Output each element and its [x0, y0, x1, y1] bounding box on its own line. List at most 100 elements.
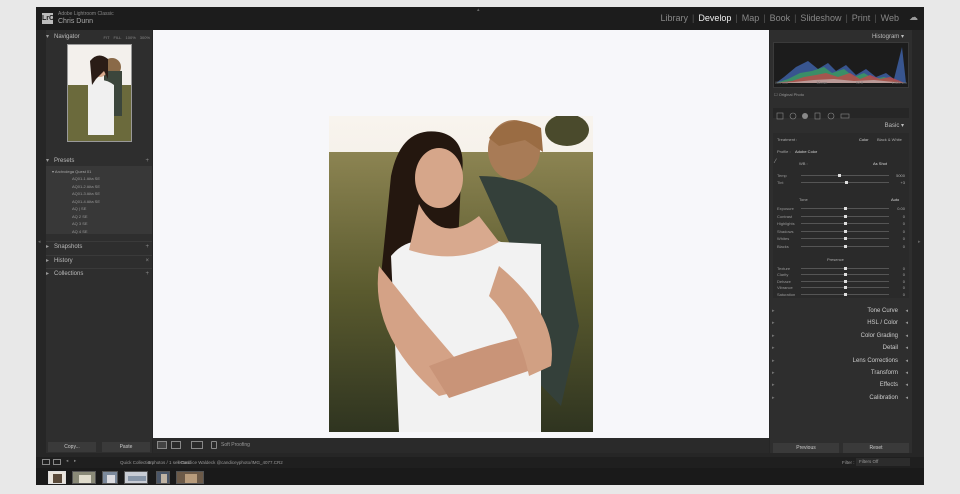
slider-value[interactable]: 0 [903, 244, 905, 249]
eyedropper-icon[interactable]: ⁄ [775, 159, 776, 165]
slider-row-tint[interactable]: Tint +3 [777, 180, 907, 185]
slider-knob[interactable] [844, 181, 848, 184]
soft-proofing-checkbox[interactable] [211, 441, 217, 449]
slider-row-blacks[interactable]: Blacks 0 [777, 244, 907, 249]
file-path[interactable]: / Candice Waldeck @candiceyphoto/IMG_407… [178, 460, 283, 465]
slider-value[interactable]: +3 [900, 180, 905, 185]
slider-knob[interactable] [844, 279, 847, 283]
profile-select[interactable]: Adobe Color [795, 149, 817, 154]
filmstrip-thumbnail[interactable] [48, 471, 66, 484]
slider-track[interactable] [801, 222, 889, 226]
module-library[interactable]: Library [658, 13, 690, 23]
wb-select[interactable]: As Shot [873, 161, 887, 166]
navigator-header[interactable]: ▾ Navigator FIT FILL 100% 300% [46, 32, 152, 42]
clear-history-icon[interactable]: × [145, 256, 149, 266]
slider-knob[interactable] [844, 237, 847, 241]
panel-header-detail[interactable]: ▸ Detail ◂ [770, 342, 912, 354]
cloud-icon[interactable]: ☁ [909, 12, 918, 23]
add-preset-icon[interactable]: + [145, 156, 149, 166]
slider-track[interactable] [801, 279, 889, 283]
slider-knob[interactable] [844, 273, 847, 277]
slider-track[interactable] [801, 229, 889, 233]
next-arrow-icon[interactable]: ▸ [74, 458, 76, 464]
slider-value[interactable]: 0 [903, 221, 905, 226]
filter-select[interactable]: Filters Off [856, 458, 910, 466]
slider-row-contrast[interactable]: Contrast 0 [777, 214, 907, 219]
slider-value[interactable]: 0 [903, 285, 905, 290]
panel-header-color-grading[interactable]: ▸ Color Grading ◂ [770, 330, 912, 342]
panel-switch-icon[interactable]: ▸ [772, 367, 775, 379]
loupe-view-icon[interactable] [157, 441, 167, 449]
basic-header[interactable]: Basic ▾ [770, 121, 912, 131]
copy-button[interactable]: Copy... [48, 442, 96, 452]
slider-value[interactable]: 0 [903, 214, 905, 219]
filmstrip-thumbnail[interactable] [72, 471, 96, 484]
preset-item[interactable]: AQ01-1 Alta SE [46, 175, 152, 183]
slider-track[interactable] [801, 267, 889, 270]
preset-item[interactable]: AQ | SE [46, 205, 152, 213]
panel-switch-icon[interactable]: ▸ [772, 392, 775, 404]
slider-knob[interactable] [844, 207, 847, 210]
left-panel-toggle-icon[interactable]: ◂ [38, 239, 41, 245]
slider-track[interactable] [801, 181, 889, 184]
slider-row-whites[interactable]: Whites 0 [777, 236, 907, 241]
slider-value[interactable]: 0 [903, 266, 905, 271]
before-after-split-icon[interactable] [191, 441, 203, 449]
prev-arrow-icon[interactable]: ◂ [66, 458, 68, 464]
image-canvas[interactable] [153, 30, 769, 438]
treatment-bw[interactable]: Black & White [877, 137, 902, 142]
panel-header-tone-curve[interactable]: ▸ Tone Curve ◂ [770, 305, 912, 317]
module-map[interactable]: Map [740, 13, 762, 23]
filmstrip-thumbnail[interactable] [124, 471, 148, 484]
slider-knob[interactable] [844, 214, 847, 218]
panel-header-transform[interactable]: ▸ Transform ◂ [770, 367, 912, 379]
reset-button[interactable]: Reset [843, 443, 909, 453]
slider-knob[interactable] [837, 174, 841, 177]
slider-value[interactable]: 5000 [896, 173, 905, 178]
auto-button[interactable]: Auto [891, 197, 899, 202]
zoom-100[interactable]: 100% [126, 33, 136, 43]
module-print[interactable]: Print [850, 13, 873, 23]
secondary-display-icon[interactable] [42, 459, 50, 465]
slider-row-texture[interactable]: Texture 0 [777, 266, 907, 271]
grid-view-icon[interactable] [53, 459, 61, 465]
preset-item[interactable]: AQ 4 SE [46, 228, 152, 236]
filmstrip-thumbnail[interactable] [156, 471, 170, 484]
slider-row-exposure[interactable]: Exposure 0.00 [777, 206, 907, 211]
panel-switch-icon[interactable]: ▸ [772, 305, 775, 317]
module-develop[interactable]: Develop [696, 13, 733, 23]
module-web[interactable]: Web [879, 13, 901, 23]
history-header[interactable]: ▸ History × [46, 255, 152, 265]
slider-value[interactable]: 0 [903, 292, 905, 297]
slider-value[interactable]: 0.00 [897, 206, 905, 211]
preset-item[interactable]: AQ01-2 Alta SE [46, 183, 152, 191]
panel-header-effects[interactable]: ▸ Effects ◂ [770, 379, 912, 391]
panel-switch-icon[interactable]: ▸ [772, 330, 775, 342]
zoom-300[interactable]: 300% [140, 33, 150, 43]
preset-item[interactable]: AQ 2 SE [46, 213, 152, 221]
before-after-icon[interactable] [171, 441, 181, 449]
slider-track[interactable] [801, 214, 889, 218]
slider-row-temp[interactable]: Temp 5000 [777, 173, 907, 178]
slider-track[interactable] [801, 286, 889, 290]
zoom-fill[interactable]: FILL [114, 33, 122, 43]
slider-track[interactable] [801, 207, 889, 210]
module-book[interactable]: Book [768, 13, 793, 23]
slider-row-vibrance[interactable]: Vibrance 0 [777, 285, 907, 290]
slider-track[interactable] [801, 237, 889, 241]
panel-header-hsl-color[interactable]: ▸ HSL / Color ◂ [770, 317, 912, 329]
slider-row-highlights[interactable]: Highlights 0 [777, 221, 907, 226]
zoom-fit[interactable]: FIT [104, 33, 110, 43]
slider-row-clarity[interactable]: Clarity 0 [777, 272, 907, 277]
filmstrip-thumbnail[interactable] [176, 471, 204, 484]
slider-knob[interactable] [844, 267, 847, 270]
preset-item[interactable]: AQ 3 SE [46, 220, 152, 228]
preset-item[interactable]: AQ01-3 Alta SE [46, 190, 152, 198]
previous-button[interactable]: Previous [773, 443, 839, 453]
slider-track[interactable] [801, 292, 889, 296]
panel-switch-icon[interactable]: ▸ [772, 317, 775, 329]
add-snapshot-icon[interactable]: + [145, 242, 149, 252]
slider-row-shadows[interactable]: Shadows 0 [777, 229, 907, 234]
slider-knob[interactable] [844, 245, 847, 248]
main-photo[interactable] [329, 116, 593, 432]
